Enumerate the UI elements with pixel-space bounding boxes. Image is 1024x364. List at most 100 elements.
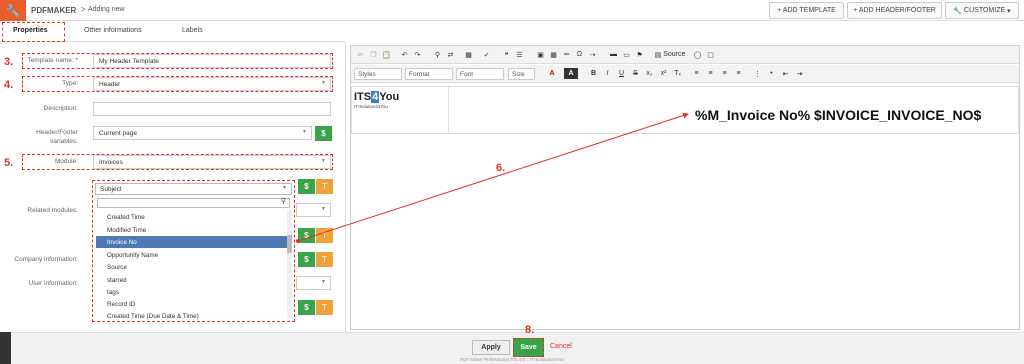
type-select[interactable]: Header ▼ [93,77,331,91]
save-button[interactable]: Save [513,338,544,357]
insert-variable-button[interactable]: $ [315,126,332,141]
insert-company-label-button[interactable]: T [316,252,333,267]
replace-icon[interactable]: ⇄ [445,49,456,60]
related-modules-select[interactable]: ▼ [296,203,331,217]
bulleted-list-icon[interactable]: • [766,68,777,79]
numbered-list-icon[interactable]: ⋮ [752,68,763,79]
justify-icon[interactable]: ≡ [733,68,744,79]
background-color-icon[interactable]: A [564,68,578,79]
left-edge-panel [0,332,11,364]
apply-button[interactable]: Apply [472,340,510,355]
link-icon[interactable]: ▬ [608,49,619,60]
top-bar: 🔧 PDFMAKER > Adding new + ADD TEMPLATE +… [0,0,1024,21]
breadcrumb-app[interactable]: PDFMAKER [31,6,76,15]
type-value: Header [99,80,121,88]
align-right-icon[interactable]: ≡ [719,68,730,79]
text-color-icon[interactable]: A [545,68,559,79]
align-left-icon[interactable]: ≡ [691,68,702,79]
remove-format-icon[interactable]: Tₓ [672,68,683,79]
header-table-divider [448,86,449,134]
field-dropdown-current[interactable]: Subject ▼ [95,183,292,195]
insert-related-label-button[interactable]: T [316,228,333,243]
header-footer-variables-label: Header/Footer variables: [36,129,78,145]
spellcheck-icon[interactable]: ✓ [481,49,492,60]
insert-user-label-button[interactable]: T [316,300,333,315]
customize-button[interactable]: 🔧 CUSTOMIZE ▾ [945,2,1019,19]
module-select[interactable]: Invoices ▼ [93,155,331,169]
list-item[interactable]: Created Time (Due Date & Time) [96,310,287,322]
search-icon: ⚲ [280,198,286,205]
source-button[interactable]: ▤ Source [654,49,686,60]
insert-field-button[interactable]: $ [298,179,315,194]
logo-text-its: ITS [354,91,372,103]
maximize-icon[interactable]: ▢ [705,49,716,60]
strikethrough-icon[interactable]: S [630,68,641,79]
list-item[interactable]: Created Time [96,211,287,223]
unlink-icon[interactable]: ▭ [621,49,632,60]
styles-combo[interactable]: Styles [354,68,402,80]
template-name-label: Template name: * [27,57,78,64]
customize-label: CUSTOMIZE [964,7,1006,14]
list-item[interactable]: Modified Time [96,224,287,236]
list-item[interactable]: tags [96,286,287,298]
tab-other-informations[interactable]: Other informations [84,27,142,34]
step-6-label: 6. [496,162,506,174]
list-item[interactable]: starred [96,274,287,286]
add-header-footer-button[interactable]: + ADD HEADER/FOOTER [847,2,942,19]
field-dropdown-search[interactable]: ⚲ [97,198,290,208]
font-combo[interactable]: Font [456,68,504,80]
find-icon[interactable]: ⚲ [432,49,443,60]
inserted-variable-text[interactable]: %M_Invoice No% $INVOICE_INVOICE_NO$ [695,107,981,123]
italic-icon[interactable]: I [602,68,613,79]
copy-icon[interactable]: ❐ [368,49,379,60]
list-item[interactable]: Opportunity Name [96,249,287,261]
header-footer-variables-select[interactable]: Current page ▼ [93,126,312,140]
dropdown-scrollbar-thumb[interactable] [287,235,292,253]
insert-user-field-button[interactable]: $ [298,300,315,315]
table-icon[interactable]: ▦ [548,49,559,60]
indent-icon[interactable]: ⇥ [794,68,805,79]
chevron-down-icon: ▼ [321,158,326,164]
user-information-select[interactable]: ▼ [296,276,331,290]
insert-label-button[interactable]: T [316,179,333,194]
bold-icon[interactable]: B [588,68,599,79]
format-combo[interactable]: Format [405,68,453,80]
select-all-icon[interactable]: ▦ [463,49,474,60]
size-combo[interactable]: Size [508,68,535,80]
tab-labels[interactable]: Labels [182,27,203,34]
blockquote-icon[interactable]: ❝ [501,49,512,60]
div-icon[interactable]: ☰ [514,49,525,60]
list-item[interactable]: Source [96,261,287,273]
templates-icon[interactable]: ◯ [692,49,703,60]
add-template-button[interactable]: + ADD TEMPLATE [769,2,844,19]
company-logo: ITS4You [354,91,399,103]
insert-company-field-button[interactable]: $ [298,252,315,267]
superscript-icon[interactable]: x² [658,68,669,79]
dropdown-scrollbar[interactable] [287,210,292,319]
list-item[interactable]: Record ID [96,298,287,310]
list-item-highlighted[interactable]: Invoice No [96,236,287,248]
breadcrumb-separator: > [81,5,86,14]
special-char-icon[interactable]: Ω [574,49,585,60]
anchor-icon[interactable]: ⚑ [634,49,645,60]
horizontal-line-icon[interactable]: ═ [561,49,572,60]
description-input[interactable] [93,102,331,116]
cancel-link[interactable]: Cancel [550,343,572,350]
undo-icon[interactable]: ↶ [399,49,410,60]
image-icon[interactable]: ▣ [535,49,546,60]
subscript-icon[interactable]: x₂ [644,68,655,79]
step-8-label: 8. [525,324,535,336]
underline-icon[interactable]: U [616,68,627,79]
template-name-input[interactable]: My Header Template [93,54,331,68]
outdent-icon[interactable]: ⇤ [780,68,791,79]
cut-icon[interactable]: ✂ [355,49,366,60]
align-center-icon[interactable]: ≡ [705,68,716,79]
user-information-label: User information: [28,280,79,287]
redo-icon[interactable]: ↷ [412,49,423,60]
wrench-icon[interactable]: 🔧 [0,0,26,21]
page-break-icon[interactable]: ⇢ [587,49,598,60]
paste-icon[interactable]: 📋 [381,49,392,60]
insert-related-field-button[interactable]: $ [298,228,315,243]
logo-text-you: You [379,91,400,103]
description-label: Description: [43,105,78,112]
